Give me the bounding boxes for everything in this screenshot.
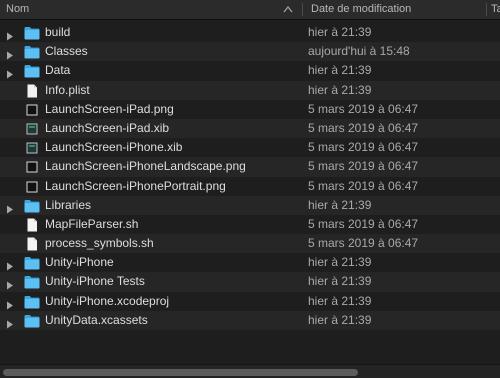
file-name: LaunchScreen-iPad.xib: [45, 120, 170, 135]
disclosure-triangle-icon[interactable]: [6, 316, 14, 329]
disclosure-triangle-icon[interactable]: [6, 28, 14, 41]
date-modified: hier à 21:39: [308, 293, 372, 308]
date-modified: hier à 21:39: [308, 197, 372, 212]
date-modified: aujourd'hui à 15:48: [308, 44, 410, 59]
folder-row[interactable]: Unity-iPhone hier à 21:39: [0, 253, 500, 272]
folder-row[interactable]: Data hier à 21:39: [0, 61, 500, 80]
date-modified: hier à 21:39: [308, 63, 372, 78]
file-name: UnityData.xcassets: [45, 312, 148, 327]
date-modified: 5 mars 2019 à 06:47: [308, 120, 419, 135]
file-name: MapFileParser.sh: [45, 216, 139, 231]
disclosure-triangle-icon[interactable]: [6, 258, 14, 271]
folder-icon: [24, 295, 40, 309]
file-row[interactable]: Info.plist hier à 21:39: [0, 80, 500, 100]
date-modified: hier à 21:39: [308, 82, 372, 97]
disclosure-triangle-icon[interactable]: [6, 201, 14, 214]
column-separator[interactable]: [486, 3, 487, 16]
file-row[interactable]: LaunchScreen-iPhone.xib 5 mars 2019 à 06:…: [0, 138, 500, 157]
file-row[interactable]: process_symbols.sh 5 mars 2019 à 06:47: [0, 234, 500, 254]
xib-file-icon: [24, 141, 40, 155]
file-name: LaunchScreen-iPhone.xib: [45, 140, 183, 155]
file-name: Unity-iPhone: [45, 255, 114, 270]
scrollbar-thumb[interactable]: [3, 369, 358, 376]
file-row[interactable]: LaunchScreen-iPhoneLandscape.png 5 mars 2…: [0, 157, 500, 177]
disclosure-triangle-icon[interactable]: [6, 277, 14, 290]
folder-icon: [24, 256, 40, 270]
disclosure-triangle-icon[interactable]: [6, 297, 14, 310]
file-name: LaunchScreen-iPhonePortrait.png: [45, 178, 226, 193]
disclosure-triangle-icon[interactable]: [6, 66, 14, 79]
file-row[interactable]: MapFileParser.sh 5 mars 2019 à 06:47: [0, 215, 500, 234]
date-modified: hier à 21:39: [308, 255, 372, 270]
column-separator[interactable]: [302, 3, 303, 16]
folder-icon: [24, 26, 40, 40]
folder-row[interactable]: Unity-iPhone.xcodeproj hier à 21:39: [0, 292, 500, 311]
file-name: build: [45, 25, 71, 39]
document-icon: [24, 84, 40, 98]
column-header-size[interactable]: Ta: [491, 0, 500, 19]
file-name: process_symbols.sh: [45, 236, 154, 251]
document-icon: [24, 237, 40, 251]
date-modified: 5 mars 2019 à 06:47: [308, 216, 419, 231]
folder-row[interactable]: Libraries hier à 21:39: [0, 195, 500, 215]
xib-file-icon: [24, 122, 40, 136]
column-header-name[interactable]: Nom: [6, 0, 29, 19]
file-row[interactable]: LaunchScreen-iPhonePortrait.png 5 mars 20…: [0, 177, 500, 196]
folder-row[interactable]: Classes aujourd'hui à 15:48: [0, 42, 500, 62]
file-name: LaunchScreen-iPhoneLandscape.png: [45, 159, 246, 174]
file-list: build hier à 21:39 Classes aujourd'hui à 15…: [0, 23, 500, 330]
date-modified: 5 mars 2019 à 06:47: [308, 101, 419, 116]
date-modified: 5 mars 2019 à 06:47: [308, 178, 419, 193]
date-modified: hier à 21:39: [308, 274, 372, 289]
document-icon: [24, 218, 40, 232]
disclosure-triangle-icon[interactable]: [6, 47, 14, 60]
sort-chevron-up-icon[interactable]: [282, 3, 294, 16]
image-file-icon: [24, 160, 40, 174]
folder-row[interactable]: build hier à 21:39: [0, 23, 500, 42]
file-name: Libraries: [45, 197, 92, 212]
folder-row[interactable]: Unity-iPhone Tests hier à 21:39: [0, 272, 500, 292]
folder-icon: [24, 64, 40, 78]
folder-icon: [24, 275, 40, 289]
file-row[interactable]: LaunchScreen-iPad.png 5 mars 2019 à 06:47: [0, 100, 500, 119]
date-modified: hier à 21:39: [308, 312, 372, 327]
folder-icon: [24, 45, 40, 59]
file-name: LaunchScreen-iPad.png: [45, 101, 174, 116]
folder-row[interactable]: UnityData.xcassets hier à 21:39: [0, 310, 500, 330]
date-modified: 5 mars 2019 à 06:47: [308, 236, 419, 251]
column-header-bar: Nom Date de modification Ta: [0, 0, 500, 20]
column-header-date-modified[interactable]: Date de modification: [311, 0, 411, 19]
folder-icon: [24, 199, 40, 213]
file-row[interactable]: LaunchScreen-iPad.xib 5 mars 2019 à 06:47: [0, 118, 500, 139]
date-modified: 5 mars 2019 à 06:47: [308, 140, 419, 155]
date-modified: 5 mars 2019 à 06:47: [308, 159, 419, 174]
date-modified: hier à 21:39: [308, 25, 372, 39]
image-file-icon: [24, 180, 40, 194]
file-name: Unity-iPhone Tests: [45, 274, 145, 289]
file-name: Classes: [45, 44, 88, 59]
folder-icon: [24, 314, 40, 328]
horizontal-scrollbar[interactable]: [0, 364, 500, 378]
file-name: Unity-iPhone.xcodeproj: [45, 293, 170, 308]
file-name: Data: [45, 63, 71, 78]
file-name: Info.plist: [45, 82, 90, 97]
image-file-icon: [24, 103, 40, 117]
